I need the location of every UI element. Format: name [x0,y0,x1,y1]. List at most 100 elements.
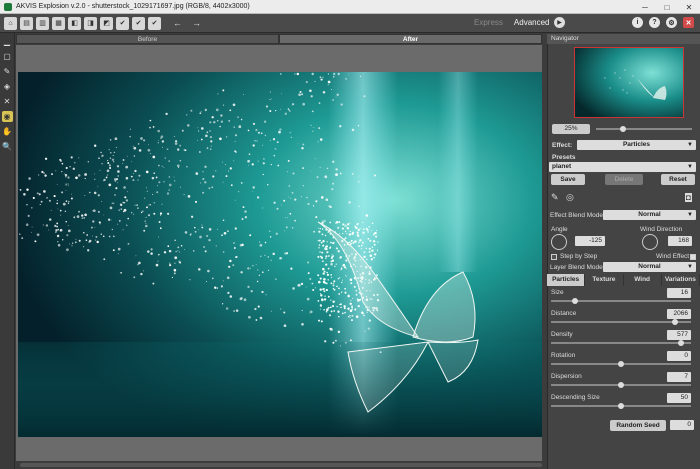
home-icon[interactable]: ⌂ [4,16,17,30]
zoom-icon[interactable]: 🔍 [2,141,13,152]
parameter-tabs: Particles Texture Wind Variations [547,274,700,286]
express-mode-tab[interactable]: Express [474,18,503,27]
layer-blend-label: Layer Blend Mode [550,264,603,271]
share-icon[interactable]: ◧ [68,16,81,30]
wind-effect-label: Wind Effect [656,253,690,260]
photo-image [18,72,542,437]
tools-icon[interactable]: ✔ [148,16,161,30]
effect-blend-label: Effect Blend Mode [550,212,603,219]
direction-icon[interactable]: ◉ [1,111,13,122]
reset-preset-button[interactable]: Reset [661,174,695,185]
batch-icon[interactable]: ◨ [84,16,97,30]
info-icon[interactable]: i [632,17,643,28]
minimize-button[interactable]: ─ [634,0,656,14]
param-value[interactable]: 0 [667,351,691,361]
param-slider-knob[interactable] [618,403,624,409]
presets-icon[interactable]: ✔ [132,16,145,30]
zoom-select[interactable]: 25% [552,124,590,134]
close-window-button[interactable]: ✕ [678,0,700,14]
step-by-step-label: Step by Step [560,253,598,260]
main-toolbar: ⌂ ▤ ▥ ▦ ◧ ◨ ◩ ✔ ✔ ✔ ← → [0,14,700,33]
brush-icon[interactable]: ✎ [551,192,559,203]
right-tools: i ? ⚙ ✕ [626,17,694,28]
param-value[interactable]: 7 [667,372,691,382]
save-icon[interactable]: ▥ [36,16,49,30]
pencil-icon[interactable]: ▁ [2,36,13,47]
angle-dial[interactable] [551,234,567,250]
image-preview[interactable] [18,72,542,437]
tab-after[interactable]: After [279,34,542,44]
target-icon[interactable]: ◎ [566,192,574,203]
hand-icon[interactable]: ✋ [2,126,13,137]
expand-icon[interactable]: ◘ [685,193,692,202]
effect-blend-select[interactable]: Normal ▼ [603,210,696,220]
wind-effect-checkbox[interactable] [690,254,696,260]
layer-blend-select[interactable]: Normal ▼ [603,262,696,272]
random-seed-value[interactable]: 0 [670,420,694,430]
mode-switch: Express Advanced [474,18,550,27]
view-tabs: Before After [16,34,542,44]
advanced-mode-tab[interactable]: Advanced [514,18,550,27]
print-icon[interactable]: ▦ [52,16,65,30]
help-icon[interactable]: ? [649,17,660,28]
preferences-icon[interactable]: ✔ [116,16,129,30]
zoom-slider[interactable] [596,128,692,130]
chevron-down-icon: ▼ [687,212,693,218]
redo-icon[interactable]: → [192,18,201,28]
horizontal-scrollbar[interactable] [20,463,542,467]
navigator-header: Navigator [547,34,700,44]
save-preset-button[interactable]: Save [551,174,585,185]
param-label: Descending Size [551,394,600,401]
param-label: Distance [551,310,577,317]
effect-select[interactable]: Particles ▼ [577,140,696,150]
delete-preset-button[interactable]: Delete [605,174,643,185]
undo-icon[interactable]: ← [173,18,182,28]
step-by-step-checkbox[interactable] [551,254,557,260]
param-slider[interactable] [551,342,691,344]
compare-icon[interactable]: ◩ [100,16,113,30]
param-slider-knob[interactable] [671,319,678,325]
tab-variations[interactable]: Variations [662,274,700,286]
param-slider-knob[interactable] [618,361,624,367]
param-label: Rotation [551,352,576,359]
presets-select[interactable]: planet ▼ [549,162,696,172]
param-value[interactable]: 577 [667,330,691,340]
left-toolbar: ▁ ▢ ✎ ◈ ✕ ◉ ✋ 🔍 [0,33,15,469]
close-icon[interactable]: ✕ [683,17,694,28]
app-icon [4,2,12,11]
wind-direction-label: Wind Direction [640,226,683,233]
window-title: AKVIS Explosion v.2.0 - shutterstock_102… [16,3,250,10]
param-slider[interactable] [551,321,691,323]
tab-wind[interactable]: Wind [624,274,662,286]
presets-label: Presets [552,154,576,161]
maximize-button[interactable]: □ [656,0,678,14]
param-slider-knob[interactable] [618,382,624,388]
wind-direction-value[interactable]: 168 [668,236,692,246]
zoom-slider-knob[interactable] [620,126,626,132]
param-value[interactable]: 16 [667,288,691,298]
param-label: Size [551,289,564,296]
tab-before[interactable]: Before [16,34,279,44]
angle-label: Angle [551,226,568,233]
param-label: Dispersion [551,373,582,380]
wind-direction-dial[interactable] [642,234,658,250]
run-icon[interactable]: ▶ [554,17,565,28]
chevron-down-icon: ▼ [687,142,693,148]
param-value[interactable]: 50 [667,393,691,403]
effect-label: Effect: [552,142,573,149]
random-seed-button[interactable]: Random Seed [610,420,666,431]
tab-texture[interactable]: Texture [585,274,624,286]
lasso-icon[interactable]: ▢ [2,51,13,62]
tab-particles[interactable]: Particles [547,274,586,286]
eraser-icon[interactable]: ✎ [2,66,13,77]
angle-value[interactable]: -125 [575,236,605,246]
settings-icon[interactable]: ⚙ [666,17,677,28]
param-value[interactable]: 2066 [667,309,691,319]
chevron-down-icon: ▼ [687,164,693,170]
fill-icon[interactable]: ◈ [2,81,13,92]
title-bar: AKVIS Explosion v.2.0 - shutterstock_102… [0,0,700,14]
chevron-down-icon: ▼ [687,264,693,270]
navigator-thumbnail[interactable] [574,47,684,118]
clear-icon[interactable]: ✕ [2,96,13,107]
open-icon[interactable]: ▤ [20,16,33,30]
